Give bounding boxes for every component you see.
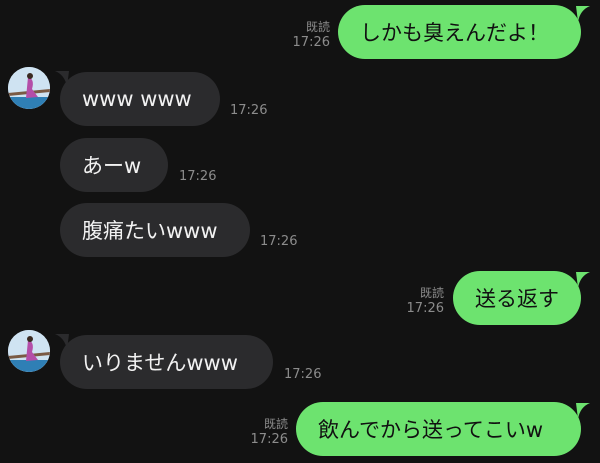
contact-avatar-icon bbox=[8, 330, 50, 372]
message-meta: 既読 17:26 bbox=[384, 285, 444, 317]
bubble-tail bbox=[576, 6, 590, 22]
incoming-message-bubble[interactable]: www www bbox=[60, 72, 220, 126]
read-receipt: 既読 bbox=[305, 20, 330, 34]
message-time: 17:26 bbox=[179, 169, 217, 184]
message-meta: 既読 17:26 bbox=[228, 416, 288, 448]
outgoing-message-bubble[interactable]: 送る返す bbox=[453, 271, 581, 325]
message-text: 腹痛たいwww bbox=[82, 219, 218, 243]
contact-avatar[interactable] bbox=[8, 330, 50, 372]
message-text: あーw bbox=[82, 154, 142, 178]
message-meta: 既読 17:26 bbox=[270, 19, 330, 51]
message-text: www www bbox=[82, 87, 192, 111]
chat-view[interactable]: 既読 17:26 しかも臭えんだよ！ www www 17:26 あーw 17:… bbox=[0, 0, 600, 463]
outgoing-message-bubble[interactable]: 飲んでから送ってこいw bbox=[296, 402, 581, 456]
contact-avatar[interactable] bbox=[8, 67, 50, 109]
message-text: しかも臭えんだよ！ bbox=[360, 21, 549, 45]
bubble-tail bbox=[576, 272, 590, 288]
message-time: 17:26 bbox=[250, 432, 288, 447]
message-time: 17:26 bbox=[230, 103, 268, 118]
message-text: いりませんwww bbox=[82, 351, 238, 375]
message-text: 送る返す bbox=[475, 287, 559, 311]
incoming-message-bubble[interactable]: 腹痛たいwww bbox=[60, 203, 250, 257]
incoming-message-bubble[interactable]: あーw bbox=[60, 138, 168, 192]
message-time: 17:26 bbox=[292, 35, 330, 50]
read-receipt: 既読 bbox=[419, 286, 444, 300]
message-time: 17:26 bbox=[260, 234, 298, 249]
message-text: 飲んでから送ってこいw bbox=[318, 418, 544, 442]
message-time: 17:26 bbox=[406, 301, 444, 316]
incoming-message-bubble[interactable]: いりませんwww bbox=[60, 335, 273, 389]
read-receipt: 既読 bbox=[263, 417, 288, 431]
bubble-tail bbox=[576, 403, 590, 419]
contact-avatar-icon bbox=[8, 67, 50, 109]
message-time: 17:26 bbox=[284, 367, 322, 382]
outgoing-message-bubble[interactable]: しかも臭えんだよ！ bbox=[338, 5, 581, 59]
